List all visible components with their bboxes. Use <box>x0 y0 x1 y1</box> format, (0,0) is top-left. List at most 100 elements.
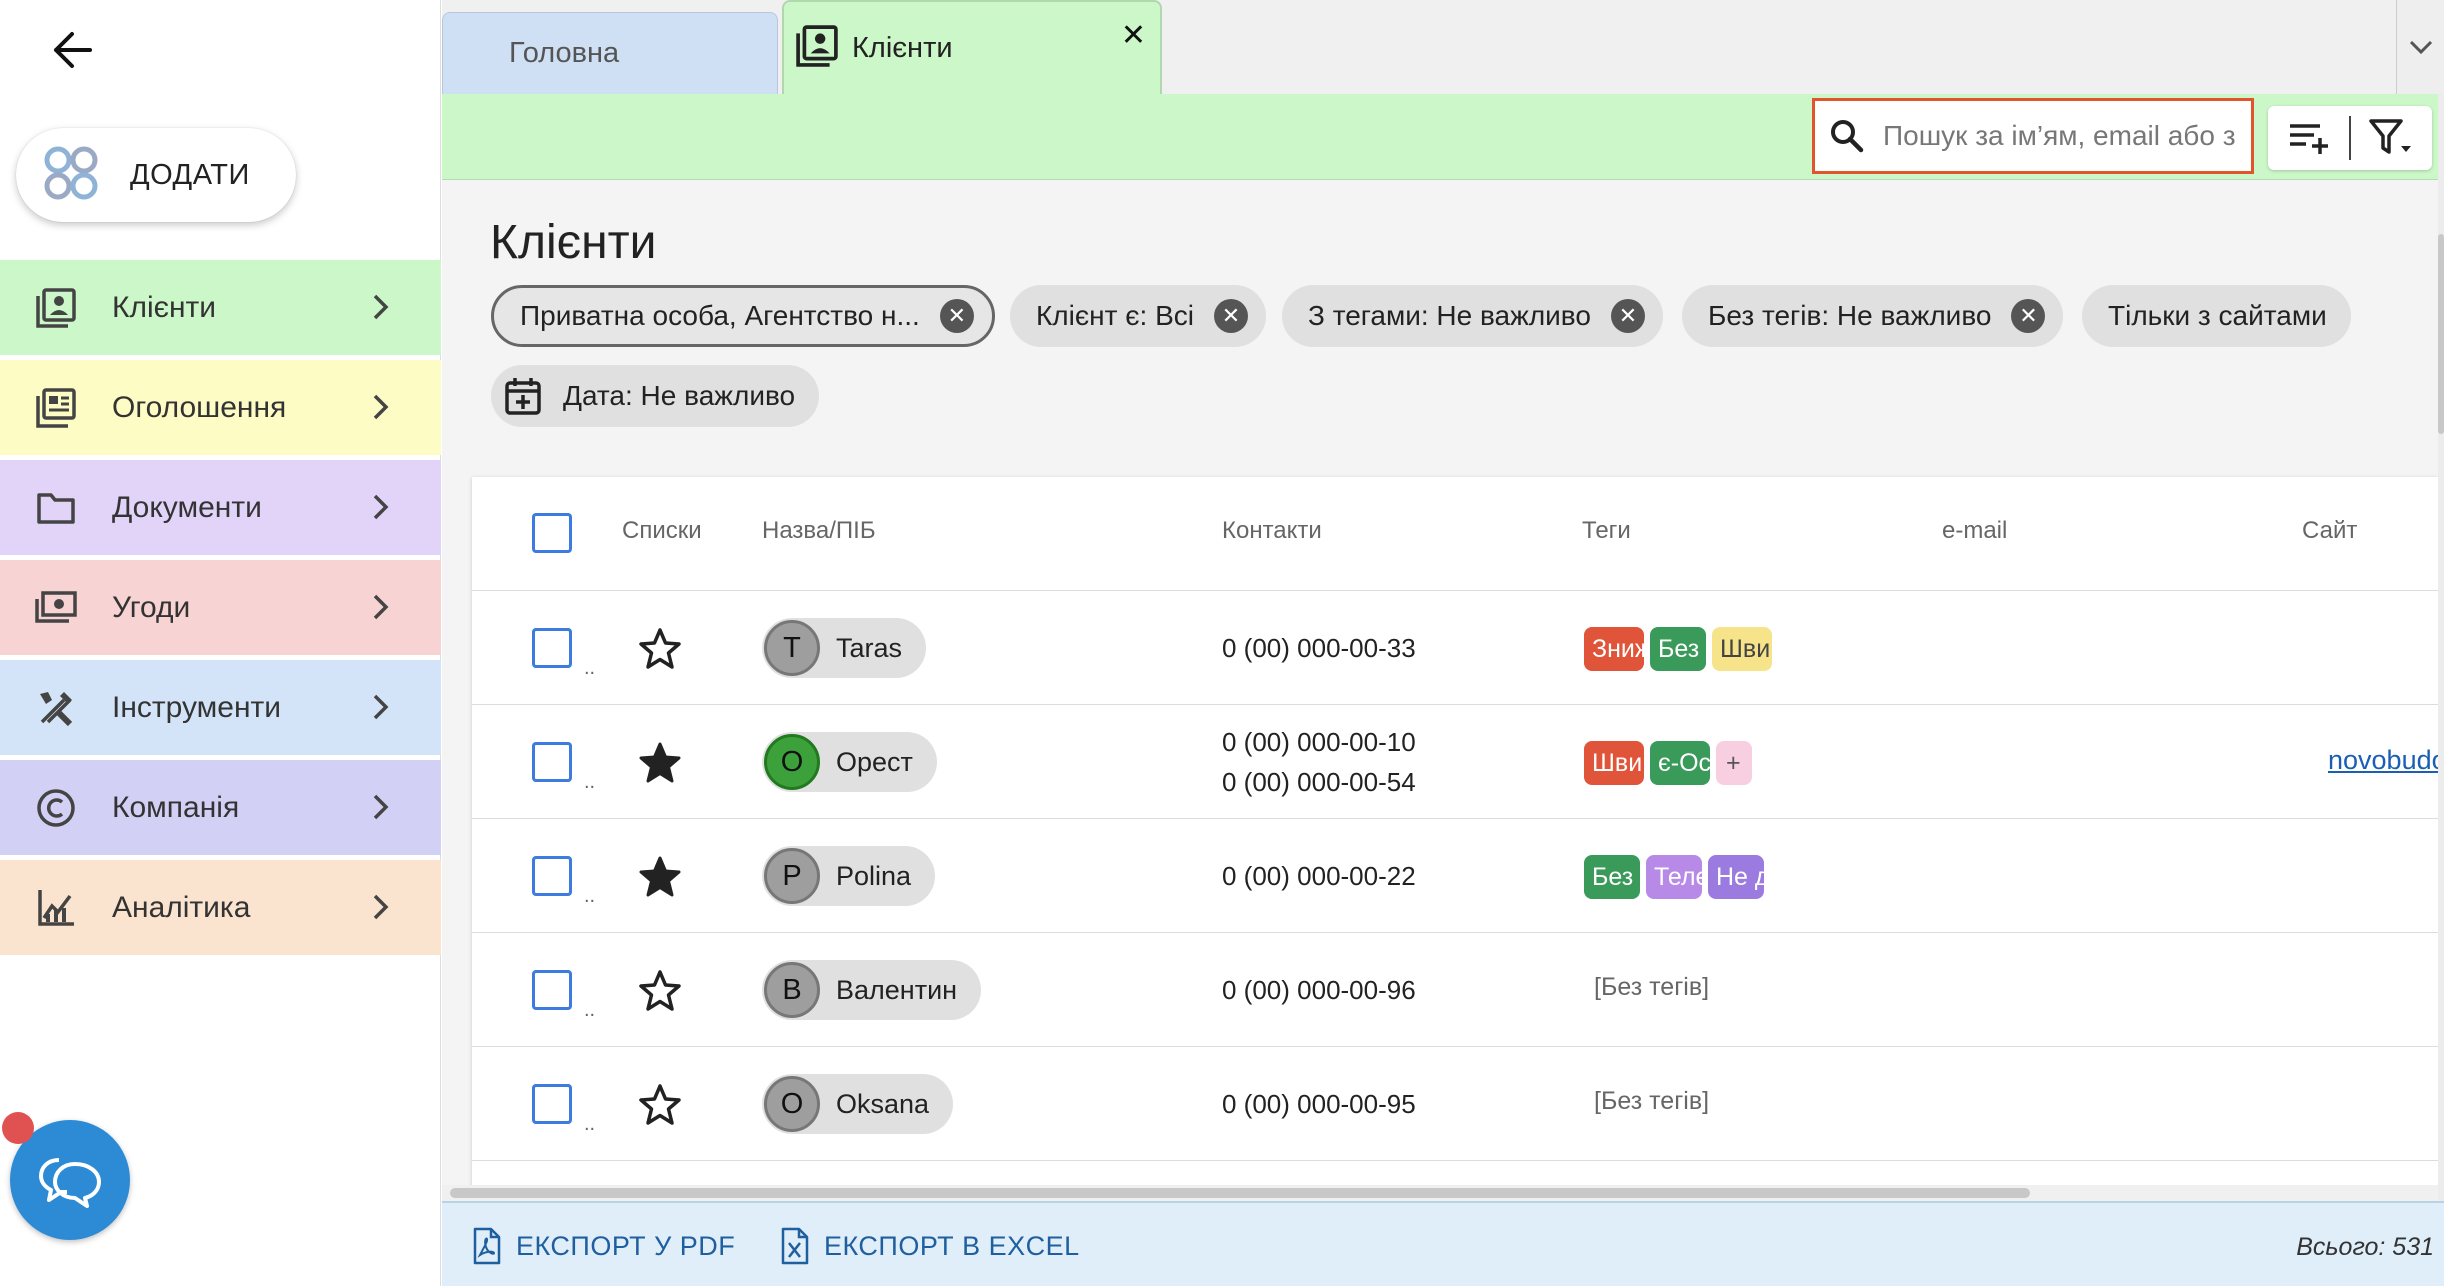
table-row[interactable]: .. P Polina 0 (00) 000-00-22 Без Теле Не… <box>472 819 2438 933</box>
filter-add-icon <box>2289 124 2328 154</box>
tag-badge[interactable]: Шви <box>1584 741 1644 785</box>
tab-clients[interactable]: Клієнти ✕ <box>782 0 1162 94</box>
star-filled-icon[interactable] <box>636 739 684 787</box>
sidebar-item-documents[interactable]: Документи <box>0 460 441 555</box>
star-outline-icon[interactable] <box>636 625 684 673</box>
vertical-scrollbar[interactable] <box>2438 94 2444 1201</box>
footer: ЕКСПОРТ У PDF ЕКСПОРТ В EXCEL Всього: 53… <box>442 1201 2444 1286</box>
row-checkbox[interactable] <box>532 628 572 668</box>
content-area: Клієнти Приватна особа, Агентство н... ✕… <box>442 181 2438 1201</box>
client-name-chip[interactable]: В Валентин <box>762 960 982 1020</box>
sidebar-item-tools[interactable]: Інструменти <box>0 660 441 755</box>
folder-icon <box>34 486 78 530</box>
sidebar-item-analytics[interactable]: Аналітика <box>0 860 441 955</box>
column-header-lists[interactable]: Списки <box>622 517 702 545</box>
tag-badge[interactable]: Без <box>1650 627 1706 671</box>
sidebar-item-clients[interactable]: Клієнти <box>0 260 441 355</box>
remove-filter-icon[interactable]: ✕ <box>939 299 974 333</box>
close-tab-icon[interactable]: ✕ <box>1121 18 1146 53</box>
client-name-chip[interactable]: О Oksana <box>762 1074 954 1134</box>
phone-number: 0 (00) 000-00-33 <box>1222 633 1416 663</box>
client-name-chip[interactable]: T Taras <box>762 618 927 678</box>
calendar-add-icon <box>505 378 541 415</box>
copyright-icon <box>34 786 78 830</box>
sidebar-item-deals[interactable]: Угоди <box>0 560 441 655</box>
toolbar <box>442 94 2438 180</box>
tag-badge[interactable]: Теле <box>1646 855 1702 899</box>
table-row[interactable]: .. T Taras 0 (00) 000-00-33 Зниж Без Шви <box>472 591 2438 705</box>
star-outline-icon[interactable] <box>636 1081 684 1129</box>
star-filled-icon[interactable] <box>636 853 684 901</box>
add-logo-icon <box>40 142 102 209</box>
avatar: О <box>764 1076 820 1132</box>
export-pdf-button[interactable]: ЕКСПОРТ У PDF <box>472 1227 735 1265</box>
client-name-chip[interactable]: P Polina <box>762 846 936 906</box>
remove-filter-icon[interactable]: ✕ <box>1610 299 1645 333</box>
search-input[interactable] <box>1883 120 2243 152</box>
column-header-site[interactable]: Сайт <box>2302 517 2357 545</box>
row-checkbox[interactable] <box>532 1084 572 1124</box>
filter-chip-client-type[interactable]: Приватна особа, Агентство н... ✕ <box>491 285 995 347</box>
tags-list: Зниж Без Шви <box>1584 627 1772 671</box>
tag-badge[interactable]: Зниж <box>1584 627 1644 671</box>
tabs-dropdown-button[interactable] <box>2396 0 2444 94</box>
scrollbar-thumb[interactable] <box>450 1188 2030 1198</box>
filter-chip-with-tags[interactable]: З тегами: Не важливо ✕ <box>1282 285 1663 347</box>
sidebar-item-company[interactable]: Компанія <box>0 760 441 855</box>
star-outline-icon[interactable] <box>636 967 684 1015</box>
row-checkbox[interactable] <box>532 856 572 896</box>
sidebar-item-listings[interactable]: Оголошення <box>0 360 441 455</box>
export-excel-button[interactable]: ЕКСПОРТ В EXCEL <box>780 1227 1080 1265</box>
row-dots: .. <box>584 657 596 679</box>
filter-chip-client-is[interactable]: Клієнт є: Всі ✕ <box>1010 285 1266 347</box>
remove-filter-icon[interactable]: ✕ <box>1213 299 1248 333</box>
add-filter-button[interactable] <box>2268 106 2349 170</box>
tag-badge[interactable]: є-Ос <box>1650 741 1710 785</box>
scrollbar-thumb[interactable] <box>2438 234 2444 434</box>
phone-number: 0 (00) 000-00-95 <box>1222 1089 1416 1119</box>
filter-chip-date[interactable]: Дата: Не важливо <box>491 365 820 427</box>
filter-menu-button[interactable] <box>2351 106 2432 170</box>
search-box <box>1812 98 2254 174</box>
filter-chip-label: Тільки з сайтами <box>2108 300 2327 331</box>
tab-home[interactable]: Головна <box>442 12 778 94</box>
table-row[interactable]: .. В Валентин 0 (00) 000-00-96 [Без тегі… <box>472 933 2438 1047</box>
row-checkbox[interactable] <box>532 970 572 1010</box>
column-header-email[interactable]: e-mail <box>1942 517 2007 545</box>
tag-badge[interactable]: Без <box>1584 855 1640 899</box>
avatar: T <box>764 620 820 676</box>
add-button-label: ДОДАТИ <box>130 158 250 191</box>
filter-chip-without-tags[interactable]: Без тегів: Не важливо ✕ <box>1682 285 2064 347</box>
table-row[interactable]: .. О Oksana 0 (00) 000-00-95 [Без тегів] <box>472 1047 2438 1161</box>
chevron-right-icon <box>373 494 389 520</box>
client-name: Taras <box>836 632 903 663</box>
select-all-checkbox[interactable] <box>532 513 572 553</box>
sidebar-item-label: Клієнти <box>112 290 217 324</box>
export-pdf-label: ЕКСПОРТ У PDF <box>516 1230 736 1261</box>
sidebar-item-label: Аналітика <box>112 890 251 924</box>
filter-chip-only-with-sites[interactable]: Тільки з сайтами <box>2082 285 2351 347</box>
remove-filter-icon[interactable]: ✕ <box>2011 299 2046 333</box>
site-link[interactable]: novobudov <box>2328 745 2438 776</box>
more-tags-badge[interactable]: + <box>1716 741 1752 785</box>
filter-icon <box>2369 119 2412 154</box>
horizontal-scrollbar[interactable] <box>442 1185 2438 1201</box>
client-name-chip[interactable]: О Орест <box>762 732 937 792</box>
column-header-tags[interactable]: Теги <box>1582 517 1631 545</box>
sidebar-item-label: Інструменти <box>112 690 282 724</box>
back-arrow-icon[interactable] <box>44 22 100 78</box>
table-header: Списки Назва/ПІБ Контакти Теги e-mail Са… <box>472 477 2438 591</box>
sidebar: ДОДАТИ Клієнти Оголошення Документи Угод… <box>0 0 441 1286</box>
page-title: Клієнти <box>490 216 657 269</box>
sidebar-item-label: Документи <box>112 490 262 524</box>
total-count: Всього: 531 <box>2296 1233 2434 1261</box>
table-row[interactable]: .. О Орест 0 (00) 000-00-10 0 (00) 000-0… <box>472 705 2438 819</box>
row-checkbox[interactable] <box>532 742 572 782</box>
export-excel-label: ЕКСПОРТ В EXCEL <box>824 1230 1080 1261</box>
column-header-name[interactable]: Назва/ПІБ <box>762 517 876 545</box>
tag-badge[interactable]: Шви <box>1712 627 1772 671</box>
column-header-contacts[interactable]: Контакти <box>1222 517 1322 545</box>
money-icon <box>34 586 78 630</box>
tag-badge[interactable]: Не д <box>1708 855 1764 899</box>
add-button[interactable]: ДОДАТИ <box>16 128 296 222</box>
